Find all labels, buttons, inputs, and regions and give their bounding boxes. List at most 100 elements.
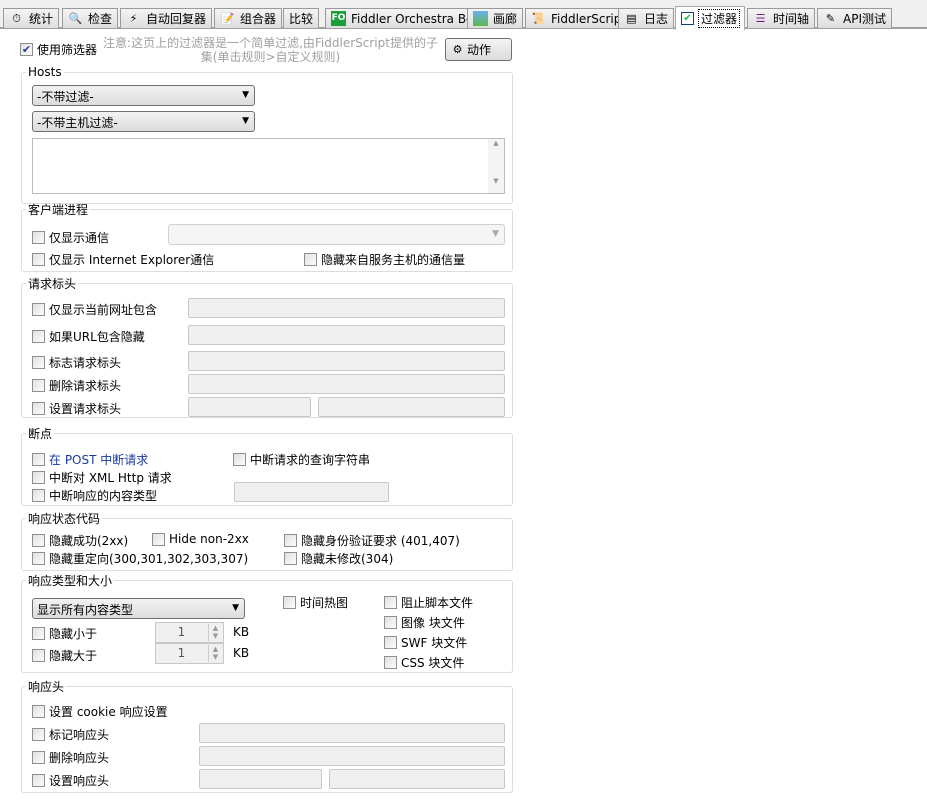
checkbox-box xyxy=(152,532,165,546)
set-cookie-checkbox[interactable]: 设置 cookie 响应设置 xyxy=(32,703,168,720)
checkbox-icon: ✔ xyxy=(681,12,694,25)
type-size-title: 响应类型和大小 xyxy=(28,574,113,588)
tab-composer[interactable]: 📝 组合器 xyxy=(214,8,283,28)
hosts-title: Hosts xyxy=(28,65,62,79)
hide-smaller-checkbox[interactable]: 隐藏小于 xyxy=(32,625,97,642)
delete-request-header-checkbox[interactable]: 删除请求标头 xyxy=(32,377,121,394)
break-content-type-input[interactable] xyxy=(234,482,389,502)
checkbox-box xyxy=(32,471,45,484)
break-on-xml-checkbox[interactable]: 中断对 XML Http 请求 xyxy=(32,469,172,486)
script-scroll-icon: 📜 xyxy=(531,12,546,25)
stepper-arrows-icon[interactable]: ▲ ▼ xyxy=(208,624,222,641)
set-response-header-value-input[interactable] xyxy=(329,769,505,789)
tab-autoresponder[interactable]: ⚡ 自动回复器 xyxy=(120,8,213,28)
checkbox-box xyxy=(32,379,45,392)
show-url-contains-checkbox[interactable]: 仅显示当前网址包含 xyxy=(32,301,157,318)
tab-gallery[interactable]: 画廊 xyxy=(467,8,524,28)
time-heatmap-checkbox[interactable]: 时间热图 xyxy=(283,594,348,611)
block-css-checkbox[interactable]: CSS 块文件 xyxy=(384,654,464,671)
picture-icon xyxy=(473,11,488,26)
flag-request-header-input[interactable] xyxy=(188,351,505,371)
set-request-header-checkbox[interactable]: 设置请求标头 xyxy=(32,400,121,417)
checkbox-box xyxy=(32,453,45,466)
checkbox-box xyxy=(233,453,246,466)
zone-filter-select[interactable]: -不带过滤- xyxy=(32,85,255,106)
breakpoints-title: 断点 xyxy=(28,427,53,441)
process-select[interactable] xyxy=(168,224,505,245)
hosts-textarea[interactable]: ▲ ▼ xyxy=(32,138,505,194)
tab-fiddlerscript[interactable]: 📜 FiddlerScript xyxy=(525,8,633,28)
tab-log[interactable]: ▤ 日志 xyxy=(618,8,675,28)
tab-timeline[interactable]: ☰ 时间轴 xyxy=(747,8,816,28)
set-request-header-name-input[interactable] xyxy=(188,397,311,417)
use-filters-checkbox[interactable]: ✔ 使用筛选器 xyxy=(20,41,97,58)
checkbox-box xyxy=(32,330,45,343)
flag-response-header-input[interactable] xyxy=(199,723,505,743)
checkbox-checked-icon: ✔ xyxy=(20,43,33,56)
stepper-arrows-icon[interactable]: ▲ ▼ xyxy=(208,645,222,662)
checkbox-box xyxy=(283,596,296,609)
delete-response-header-input[interactable] xyxy=(199,746,505,766)
pencil-form-icon: 📝 xyxy=(220,12,235,25)
tab-api-test[interactable]: ✎ API测试 xyxy=(817,8,892,28)
only-ie-checkbox[interactable]: 仅显示 Internet Explorer通信 xyxy=(32,251,214,268)
tab-filters[interactable]: ✔ 过滤器 xyxy=(675,6,746,30)
checkbox-box xyxy=(32,231,45,244)
kb-label: KB xyxy=(233,646,250,660)
response-headers-title: 响应头 xyxy=(28,680,65,694)
hide-url-contains-input[interactable] xyxy=(188,325,505,345)
tab-statistics[interactable]: ⏱ 统计 xyxy=(3,8,60,28)
hide-url-contains-checkbox[interactable]: 如果URL包含隐藏 xyxy=(32,328,145,345)
hide-redirect-checkbox[interactable]: 隐藏重定向(300,301,302,303,307) xyxy=(32,550,248,567)
timeline-icon: ☰ xyxy=(755,12,766,25)
tab-compare[interactable]: 比较 xyxy=(283,8,320,28)
set-response-header-name-input[interactable] xyxy=(199,769,322,789)
hide-non2xx-checkbox[interactable]: Hide non-2xx xyxy=(152,532,249,546)
delete-response-header-checkbox[interactable]: 删除响应头 xyxy=(32,749,109,766)
break-on-post-checkbox[interactable]: 在 POST 中断请求 xyxy=(32,451,148,468)
block-script-checkbox[interactable]: 阻止脚本文件 xyxy=(384,594,473,611)
checkbox-box xyxy=(384,596,397,609)
set-request-header-value-input[interactable] xyxy=(318,397,505,417)
lightning-icon: ⚡ xyxy=(129,12,138,25)
host-filter-select[interactable]: -不带主机过滤- xyxy=(32,111,255,132)
flag-response-header-checkbox[interactable]: 标记响应头 xyxy=(32,726,109,743)
hide-auth-checkbox[interactable]: 隐藏身份验证要求 (401,407) xyxy=(284,532,460,549)
hide-larger-checkbox[interactable]: 隐藏大于 xyxy=(32,647,97,664)
hide-service-host-checkbox[interactable]: 隐藏来自服务主机的通信量 xyxy=(304,251,465,268)
checkbox-box xyxy=(32,552,45,565)
hide-success-checkbox[interactable]: 隐藏成功(2xx) xyxy=(32,532,128,549)
break-on-content-type-checkbox[interactable]: 中断响应的内容类型 xyxy=(32,487,157,504)
block-image-checkbox[interactable]: 图像 块文件 xyxy=(384,614,465,631)
checkbox-box xyxy=(32,649,45,662)
checkbox-box xyxy=(32,402,45,415)
break-on-query-checkbox[interactable]: 中断请求的查询字符串 xyxy=(233,451,370,468)
content-type-select[interactable]: 显示所有内容类型 xyxy=(32,598,245,619)
set-response-header-checkbox[interactable]: 设置响应头 xyxy=(32,772,109,789)
flag-request-header-checkbox[interactable]: 标志请求标头 xyxy=(32,354,121,371)
hide-smaller-stepper[interactable]: 1 ▲ ▼ xyxy=(155,622,224,643)
checkbox-box xyxy=(384,616,397,629)
tab-inspectors[interactable]: 🔍 检查 xyxy=(62,8,119,28)
checkbox-box xyxy=(32,705,45,718)
hide-not-modified-checkbox[interactable]: 隐藏未修改(304) xyxy=(284,550,393,567)
tab-bar: ⏱ 统计 🔍 检查 ⚡ 自动回复器 📝 组合器 比较 FO Fiddler Orchest… xyxy=(0,0,927,30)
actions-button[interactable]: ⚙ 动作 xyxy=(445,38,512,61)
show-url-contains-input[interactable] xyxy=(188,298,505,318)
checkbox-box xyxy=(32,534,45,547)
fo-icon: FO xyxy=(331,11,346,26)
checkbox-box xyxy=(32,774,45,787)
checkbox-box xyxy=(32,627,45,640)
scrollbar[interactable]: ▲ ▼ xyxy=(488,139,504,193)
checkbox-box xyxy=(304,253,317,266)
hide-larger-stepper[interactable]: 1 ▲ ▼ xyxy=(155,643,224,664)
filter-note: 注意:这页上的过滤器是一个简单过滤,由FiddlerScript提供的子 集(单击… xyxy=(103,36,438,64)
checkbox-box xyxy=(32,728,45,741)
document-icon: ▤ xyxy=(626,12,637,25)
only-traffic-checkbox[interactable]: 仅显示通信 xyxy=(32,229,109,246)
kb-label: KB xyxy=(233,625,250,639)
delete-request-header-input[interactable] xyxy=(188,374,505,394)
status-code-title: 响应状态代码 xyxy=(28,512,101,526)
block-swf-checkbox[interactable]: SWF 块文件 xyxy=(384,634,467,651)
checkbox-box xyxy=(32,253,45,266)
